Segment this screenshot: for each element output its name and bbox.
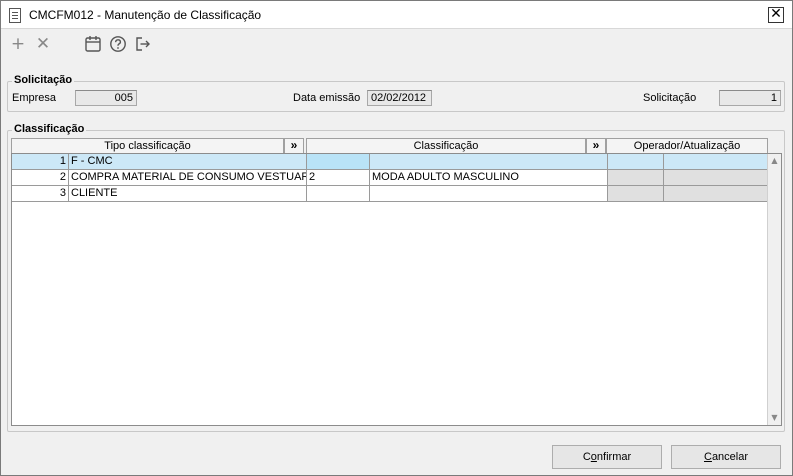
tipo-cell[interactable]: COMPRA MATERIAL DE CONSUMO VESTUARIO (69, 170, 307, 186)
window-title: CMCFM012 - Manutenção de Classificação (29, 8, 262, 22)
desc-cell[interactable]: MODA ADULTO MASCULINO (370, 170, 608, 186)
cancel-button[interactable]: Cancelar (671, 445, 781, 469)
confirm-label-post: nfirmar (596, 451, 632, 463)
toolbar: + ✕ (1, 30, 792, 60)
code-cell[interactable] (307, 186, 370, 202)
document-icon (9, 8, 21, 23)
empresa-label: Empresa (12, 92, 57, 104)
expand-classificacao-button[interactable]: » (586, 138, 606, 154)
scroll-down-icon[interactable]: ▼ (768, 411, 781, 425)
main-window: CMCFM012 - Manutenção de Classificação ✕… (0, 0, 793, 476)
close-icon[interactable]: ✕ (33, 34, 53, 54)
code-cell[interactable] (307, 154, 370, 170)
operador-cell (608, 154, 664, 170)
row-number: 2 (12, 170, 69, 186)
empresa-field[interactable]: 005 (75, 90, 137, 106)
title-bar: CMCFM012 - Manutenção de Classificação ✕ (1, 1, 792, 29)
confirm-label-pre: C (582, 451, 591, 463)
code-cell[interactable]: 2 (307, 170, 370, 186)
close-window-button[interactable]: ✕ (768, 7, 784, 23)
atualizacao-cell (664, 186, 768, 202)
desc-cell[interactable] (370, 154, 608, 170)
atualizacao-cell (664, 170, 768, 186)
classificacao-group-label: Classificação (12, 123, 87, 135)
desc-cell[interactable] (370, 186, 608, 202)
solicitacao-group-label: Solicitação (12, 74, 75, 86)
data-emissao-field[interactable]: 02/02/2012 (367, 90, 432, 106)
expand-tipo-button[interactable]: » (284, 138, 304, 154)
column-header-tipo[interactable]: Tipo classificação (11, 138, 284, 154)
calendar-icon[interactable] (83, 34, 103, 54)
plus-icon[interactable]: + (8, 34, 28, 54)
table-row[interactable]: 1 F - CMC (12, 154, 768, 170)
row-number: 3 (12, 186, 69, 202)
solicitacao-field[interactable]: 1 (719, 90, 781, 106)
table-row[interactable]: 2 COMPRA MATERIAL DE CONSUMO VESTUARIO 2… (12, 170, 768, 186)
solicitacao-label: Solicitação (643, 92, 697, 104)
tipo-cell[interactable]: F - CMC (69, 154, 307, 170)
vertical-scrollbar[interactable]: ▲ ▼ (767, 154, 781, 425)
help-icon[interactable] (108, 34, 128, 54)
column-header-operador[interactable]: Operador/Atualização (606, 138, 768, 154)
operador-cell (608, 186, 664, 202)
cancel-label-mnemonic: C (703, 451, 712, 463)
confirm-button[interactable]: Confirmar (552, 445, 662, 469)
tipo-cell[interactable]: CLIENTE (69, 186, 307, 202)
exit-icon[interactable] (133, 34, 153, 54)
table-row[interactable]: 3 CLIENTE (12, 186, 768, 202)
row-number: 1 (12, 154, 69, 170)
scroll-up-icon[interactable]: ▲ (768, 154, 781, 168)
data-emissao-label: Data emissão (293, 92, 361, 104)
operador-cell (608, 170, 664, 186)
atualizacao-cell (664, 154, 768, 170)
classificacao-grid[interactable]: 1 F - CMC 2 COMPRA MATERIAL DE CONSUMO V… (11, 153, 782, 426)
cancel-label-post: ancelar (711, 451, 749, 463)
column-header-classificacao[interactable]: Classificação (306, 138, 586, 154)
